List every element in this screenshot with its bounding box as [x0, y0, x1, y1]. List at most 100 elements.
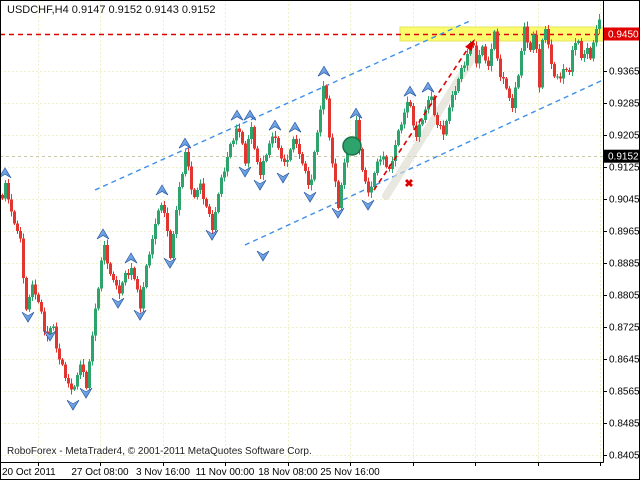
- candle-body: [202, 183, 205, 199]
- candle-body: [106, 245, 109, 264]
- fractal-up-icon: [156, 185, 168, 195]
- fractal-down-icon: [257, 251, 269, 261]
- candle-body: [145, 265, 148, 287]
- candle-body: [523, 27, 526, 51]
- candle-body: [598, 19, 601, 28]
- candle-body: [454, 91, 457, 95]
- candle-body: [220, 177, 223, 194]
- candle-body: [19, 231, 22, 239]
- candle-body: [235, 129, 238, 141]
- candle-body: [151, 239, 154, 254]
- time-axis-label: 3 Nov 16:00: [136, 467, 190, 478]
- candle-body: [313, 152, 316, 180]
- candle-body: [502, 77, 505, 79]
- candle-body: [355, 120, 358, 140]
- candle-body: [160, 205, 163, 210]
- fractal-up-icon: [179, 138, 191, 148]
- candle-body: [529, 43, 532, 51]
- candle-body: [361, 149, 364, 170]
- candle-body: [370, 187, 373, 193]
- fractal-down-icon: [254, 180, 266, 190]
- current-price-label: 0.9152: [608, 152, 639, 163]
- candle-body: [307, 171, 310, 185]
- candle-body: [556, 77, 559, 78]
- candle-body: [238, 129, 241, 133]
- candle-body: [184, 152, 187, 174]
- candle-body: [517, 75, 520, 87]
- chart-canvas[interactable]: ✖ 0.93650.92850.92050.91250.90450.89650.8…: [0, 0, 640, 480]
- candle-body: [64, 365, 67, 379]
- candle-body: [70, 384, 73, 390]
- candle-body: [208, 207, 211, 214]
- candle-body: [88, 362, 91, 388]
- candle-body: [460, 68, 463, 79]
- candle-body: [532, 34, 535, 50]
- candle-body: [562, 69, 565, 79]
- candle-body: [538, 49, 541, 87]
- candle-body: [181, 174, 184, 187]
- candle-body: [175, 210, 178, 234]
- fractal-down-icon: [22, 312, 34, 322]
- candle-body: [334, 164, 337, 182]
- candle-body: [442, 126, 445, 135]
- fractal-up-icon: [269, 120, 281, 130]
- price-axis-label: 0.8805: [609, 291, 640, 302]
- candle-body: [586, 48, 589, 54]
- price-axis-label: 0.8965: [609, 227, 640, 238]
- candle-body: [34, 285, 37, 295]
- candle-body: [298, 144, 301, 154]
- candle-body: [457, 79, 460, 91]
- candle-body: [271, 136, 274, 143]
- candle-body: [289, 150, 292, 160]
- candle-body: [466, 54, 469, 65]
- candle-body: [592, 43, 595, 59]
- candle-body: [511, 98, 514, 108]
- candle-body: [43, 311, 46, 331]
- fractal-up-icon: [404, 86, 416, 96]
- candle-body: [25, 278, 28, 309]
- candle-body: [112, 274, 115, 280]
- candle-body: [385, 157, 388, 168]
- candle-body: [7, 183, 10, 199]
- candle-body: [280, 148, 283, 158]
- candle-body: [553, 64, 556, 77]
- candle-body: [286, 160, 289, 162]
- candle-body: [382, 157, 385, 160]
- candle-body: [250, 127, 253, 139]
- candle-body: [163, 205, 166, 213]
- candle-body: [520, 51, 523, 75]
- candle-body: [295, 139, 298, 144]
- candle-body: [232, 141, 235, 145]
- candle-body: [577, 41, 580, 43]
- fractal-up-icon: [289, 122, 301, 132]
- candle-body: [169, 231, 172, 258]
- price-axis-labels: 0.93650.92850.92050.91250.90450.89650.88…: [603, 67, 640, 462]
- fractal-down-icon: [239, 167, 251, 177]
- price-axis-label: 0.9125: [609, 163, 640, 174]
- time-axis-labels: 20 Oct 201127 Oct 08:003 Nov 16:0011 Nov…: [2, 462, 601, 478]
- candle-body: [127, 273, 130, 275]
- copyright-text: RoboForex - MetaTrader4, © 2001-2011 Met…: [7, 446, 312, 457]
- candle-body: [301, 154, 304, 164]
- candle-body: [124, 273, 127, 283]
- candle-body: [310, 180, 313, 185]
- candle-body: [37, 294, 40, 302]
- fractal-up-icon: [231, 110, 243, 120]
- candle-body: [100, 260, 103, 288]
- candle-body: [436, 115, 439, 125]
- candle-body: [304, 164, 307, 171]
- candle-body: [493, 31, 496, 48]
- candle-body: [85, 372, 88, 388]
- candle-body: [172, 234, 175, 258]
- time-axis-label: 25 Nov 16:00: [320, 467, 380, 478]
- candle-body: [565, 69, 568, 70]
- candle-body: [199, 183, 202, 190]
- fractal-up-icon: [244, 110, 256, 120]
- candle-body: [115, 280, 118, 286]
- x-mark-icon: ✖: [404, 178, 413, 190]
- time-axis-label: 20 Oct 2011: [2, 467, 56, 478]
- candle-body: [16, 223, 19, 231]
- candle-body: [61, 360, 64, 365]
- candle-body: [154, 224, 157, 239]
- mt4-chart-window: USDCHF,H4 0.9147 0.9152 0.9143 0.9152 ✖0…: [0, 0, 640, 480]
